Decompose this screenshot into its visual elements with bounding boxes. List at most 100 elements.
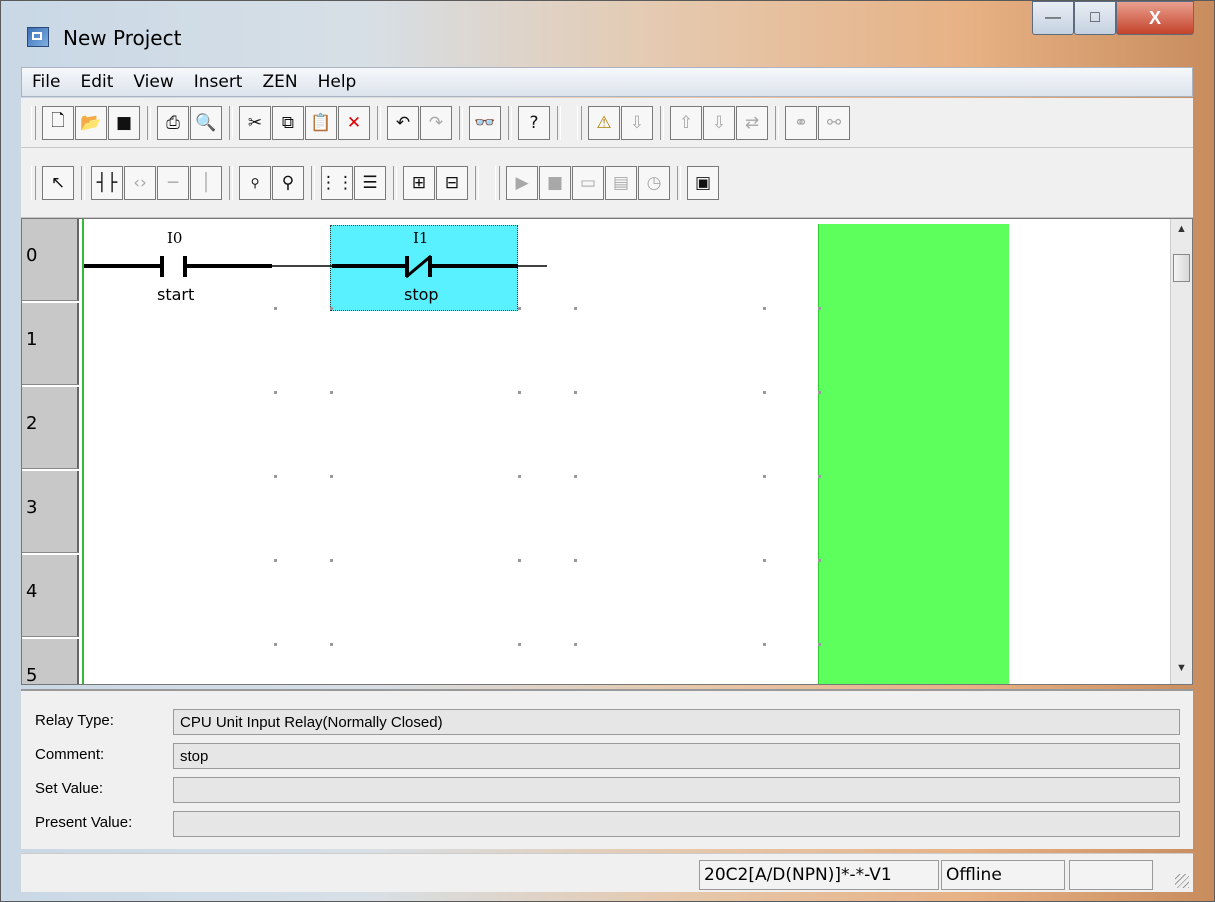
download-icon: ⇩ [711, 112, 727, 133]
paste-icon: 📋 [310, 112, 332, 133]
row-header-3[interactable]: 3 [22, 471, 79, 553]
row-header-5[interactable]: 5 [22, 639, 79, 684]
scroll-down-icon[interactable]: ▼ [1171, 662, 1192, 680]
compare-icon: ⇄ [744, 112, 760, 133]
ladder-editor[interactable]: 0 1 2 3 4 5 I0 start I1 stop ▲ ▼ [21, 218, 1193, 685]
window-title: New Project [63, 26, 182, 50]
undo-button[interactable]: ↶ [387, 105, 419, 140]
stop-button[interactable]: ■ [539, 165, 571, 200]
menu-edit[interactable]: Edit [70, 72, 123, 92]
comment-button[interactable]: ☰ [354, 165, 386, 200]
save-button[interactable]: ■ [108, 105, 140, 140]
stop-icon: ■ [546, 172, 564, 193]
list-icon: ▤ [612, 172, 630, 193]
row-header-2[interactable]: 2 [22, 387, 79, 469]
horizontal-line-button[interactable]: ─ [157, 165, 189, 200]
paste-button[interactable]: 📋 [305, 105, 337, 140]
print-preview-button[interactable]: 🔍 [190, 105, 222, 140]
toolbar-separator [229, 165, 233, 200]
redo-button[interactable]: ↷ [420, 105, 452, 140]
toolbar-grip[interactable] [577, 105, 582, 140]
toolbar-grip[interactable] [31, 105, 36, 140]
cut-icon: ✂ [247, 112, 263, 133]
output-coil-column[interactable] [818, 224, 1009, 684]
comment-icon: ☰ [362, 172, 378, 193]
maximize-icon: □ [1090, 9, 1100, 26]
comment-field: stop [173, 743, 1180, 769]
toolbar-grip[interactable] [495, 165, 500, 200]
compare-button[interactable]: ⇄ [736, 105, 768, 140]
toolbar-grip[interactable] [31, 165, 36, 200]
menu-view[interactable]: View [123, 72, 183, 92]
print-icon: ⎙ [166, 112, 180, 133]
menu-zen[interactable]: ZEN [252, 72, 307, 92]
disconnect-button[interactable]: ⚯ [818, 105, 850, 140]
vertical-scrollbar[interactable]: ▲ ▼ [1170, 219, 1192, 684]
status-extra [1069, 860, 1153, 890]
connect-button[interactable]: ⚭ [785, 105, 817, 140]
maximize-button[interactable]: □ [1074, 1, 1116, 35]
upload-button[interactable]: ⇧ [670, 105, 702, 140]
display-icon: ▣ [694, 172, 712, 193]
copy-button[interactable]: ⧉ [272, 105, 304, 140]
open-icon: 📂 [80, 112, 102, 133]
standard-toolbar: 🗋 📂 ■ ⎙ 🔍 ✂ ⧉ 📋 ✕ ↶ ↷ 👓 ? ⚠ ⇩ ⇧ ⇩ ⇄ ⚭ ⚯ [21, 98, 1193, 148]
run-icon: ▶ [515, 172, 529, 193]
delete-button[interactable]: ✕ [338, 105, 370, 140]
minimize-icon: — [1045, 9, 1061, 26]
toolbar-separator [393, 165, 397, 200]
monitor-button[interactable]: ▭ [572, 165, 604, 200]
row-header-4[interactable]: 4 [22, 555, 79, 637]
resize-grip-icon[interactable] [1175, 874, 1189, 888]
help-button[interactable]: ? [518, 105, 550, 140]
warning-icon: ⚠ [596, 112, 612, 133]
zoom-in-button[interactable]: ⚲ [272, 165, 304, 200]
scroll-thumb[interactable] [1173, 254, 1190, 282]
program-button[interactable]: ⊞ [403, 165, 435, 200]
contact-icon: ┤├ [96, 172, 118, 193]
set-value-row: Set Value: [21, 775, 1193, 805]
find-button[interactable]: 👓 [469, 105, 501, 140]
menu-help[interactable]: Help [308, 72, 367, 92]
app-icon[interactable] [27, 27, 49, 47]
print-button[interactable]: ⎙ [157, 105, 189, 140]
horizontal-line-icon: ─ [167, 172, 179, 193]
warning-button[interactable]: ⚠ [588, 105, 620, 140]
properties-panel: Relay Type: CPU Unit Input Relay(Normall… [21, 689, 1193, 849]
zoom-out-button[interactable]: ⚲ [239, 165, 271, 200]
toolbar-separator [147, 105, 151, 140]
toolbar-separator [81, 165, 85, 200]
toolbar-separator [229, 105, 233, 140]
disconnect-icon: ⚯ [826, 112, 842, 133]
menu-bar: File Edit View Insert ZEN Help [21, 67, 1193, 97]
toolbar-separator [377, 105, 381, 140]
cut-button[interactable]: ✂ [239, 105, 271, 140]
run-button[interactable]: ▶ [506, 165, 538, 200]
minimize-button[interactable]: — [1032, 1, 1074, 35]
menu-file[interactable]: File [22, 72, 70, 92]
list-button[interactable]: ▤ [605, 165, 637, 200]
coil-icon: ‹› [133, 172, 147, 193]
pointer-icon: ↖ [50, 172, 66, 193]
new-button[interactable]: 🗋 [42, 105, 74, 140]
coil-button[interactable]: ‹› [124, 165, 156, 200]
close-button[interactable]: X [1116, 1, 1194, 35]
transfer-button[interactable]: ⇩ [621, 105, 653, 140]
comment-label: Comment: [35, 746, 105, 763]
present-value-label: Present Value: [35, 814, 133, 831]
download-button[interactable]: ⇩ [703, 105, 735, 140]
grid-button[interactable]: ⋮⋮ [320, 165, 354, 200]
menu-insert[interactable]: Insert [184, 72, 253, 92]
parameter-icon: ⊟ [444, 172, 460, 193]
scroll-up-icon[interactable]: ▲ [1171, 223, 1192, 241]
parameter-button[interactable]: ⊟ [436, 165, 468, 200]
title-bar[interactable]: New Project — □ X [1, 1, 1214, 63]
row-header-1[interactable]: 1 [22, 303, 79, 385]
display-button[interactable]: ▣ [687, 165, 719, 200]
ladder-toolbar: ↖ ┤├ ‹› ─ │ ⚲ ⚲ ⋮⋮ ☰ ⊞ ⊟ ▶ ■ ▭ ▤ ◷ ▣ [21, 148, 1193, 218]
open-button[interactable]: 📂 [75, 105, 107, 140]
contact-button[interactable]: ┤├ [91, 165, 123, 200]
vertical-line-button[interactable]: │ [190, 165, 222, 200]
pointer-button[interactable]: ↖ [42, 165, 74, 200]
clock-button[interactable]: ◷ [638, 165, 670, 200]
